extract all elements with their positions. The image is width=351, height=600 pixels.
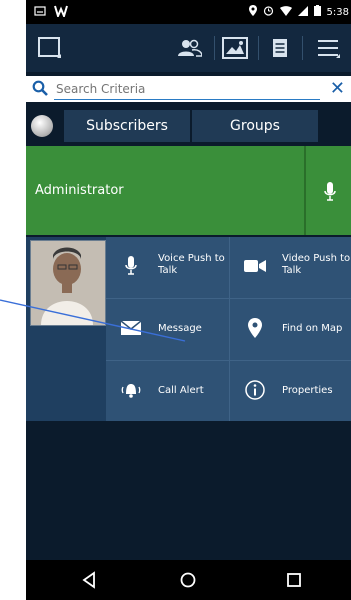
menu-item-label: Call Alert (158, 385, 204, 396)
app-w-icon (54, 5, 68, 20)
search-input[interactable] (54, 79, 320, 100)
phone-screen: 5:38 ✕ Subscribers Groups (26, 0, 351, 600)
map-pin-icon (244, 317, 266, 339)
menu-item-properties[interactable]: Properties (230, 361, 351, 421)
tab-row: Subscribers Groups (26, 107, 351, 144)
group-users-icon[interactable] (174, 32, 206, 64)
close-icon[interactable]: ✕ (330, 78, 345, 99)
list-icon[interactable] (264, 32, 296, 64)
back-icon[interactable] (80, 570, 100, 590)
search-icon[interactable] (32, 80, 48, 100)
status-time: 5:38 (326, 6, 349, 18)
location-icon (248, 5, 257, 19)
contact-context-menu: Voice Push to Talk Video Push to Talk Me… (106, 237, 351, 421)
menu-item-find-on-map[interactable]: Find on Map (230, 299, 351, 359)
wifi-icon (279, 5, 292, 19)
menu-item-video-push-to-talk[interactable]: Video Push to Talk (230, 237, 351, 297)
microphone-icon[interactable] (324, 182, 336, 206)
menu-item-label: Voice Push to Talk (158, 253, 225, 276)
avatar[interactable] (30, 240, 106, 326)
menu-item-label: Video Push to Talk (282, 253, 351, 276)
notification-icon (34, 6, 46, 19)
menu-icon[interactable] (312, 32, 344, 64)
tab-groups[interactable]: Groups (192, 110, 318, 142)
administrator-row[interactable]: Administrator (26, 146, 351, 235)
navigation-bar (26, 560, 351, 600)
select-icon[interactable] (34, 32, 66, 64)
top-toolbar (26, 24, 351, 72)
map-image-icon[interactable] (219, 32, 251, 64)
microphone-icon (120, 255, 142, 277)
tab-subscribers[interactable]: Subscribers (64, 110, 190, 142)
menu-item-message[interactable]: Message (106, 299, 228, 359)
menu-item-label: Properties (282, 385, 333, 396)
signal-icon (297, 5, 308, 19)
menu-item-label: Find on Map (282, 323, 343, 334)
menu-item-call-alert[interactable]: Call Alert (106, 361, 228, 421)
envelope-icon (120, 317, 142, 339)
contact-area: Voice Push to Talk Video Push to Talk Me… (26, 237, 351, 421)
home-icon[interactable] (178, 570, 198, 590)
video-camera-icon (244, 255, 266, 277)
presence-status-icon[interactable] (31, 115, 53, 137)
bell-icon (120, 379, 142, 401)
info-icon (244, 379, 266, 401)
menu-item-label: Message (158, 323, 202, 334)
administrator-label: Administrator (35, 183, 124, 198)
menu-item-voice-push-to-talk[interactable]: Voice Push to Talk (106, 237, 228, 297)
status-bar: 5:38 (26, 0, 351, 24)
recents-icon[interactable] (284, 570, 304, 590)
battery-icon (313, 5, 321, 19)
search-bar: ✕ (26, 76, 351, 102)
alarm-icon (263, 5, 274, 19)
